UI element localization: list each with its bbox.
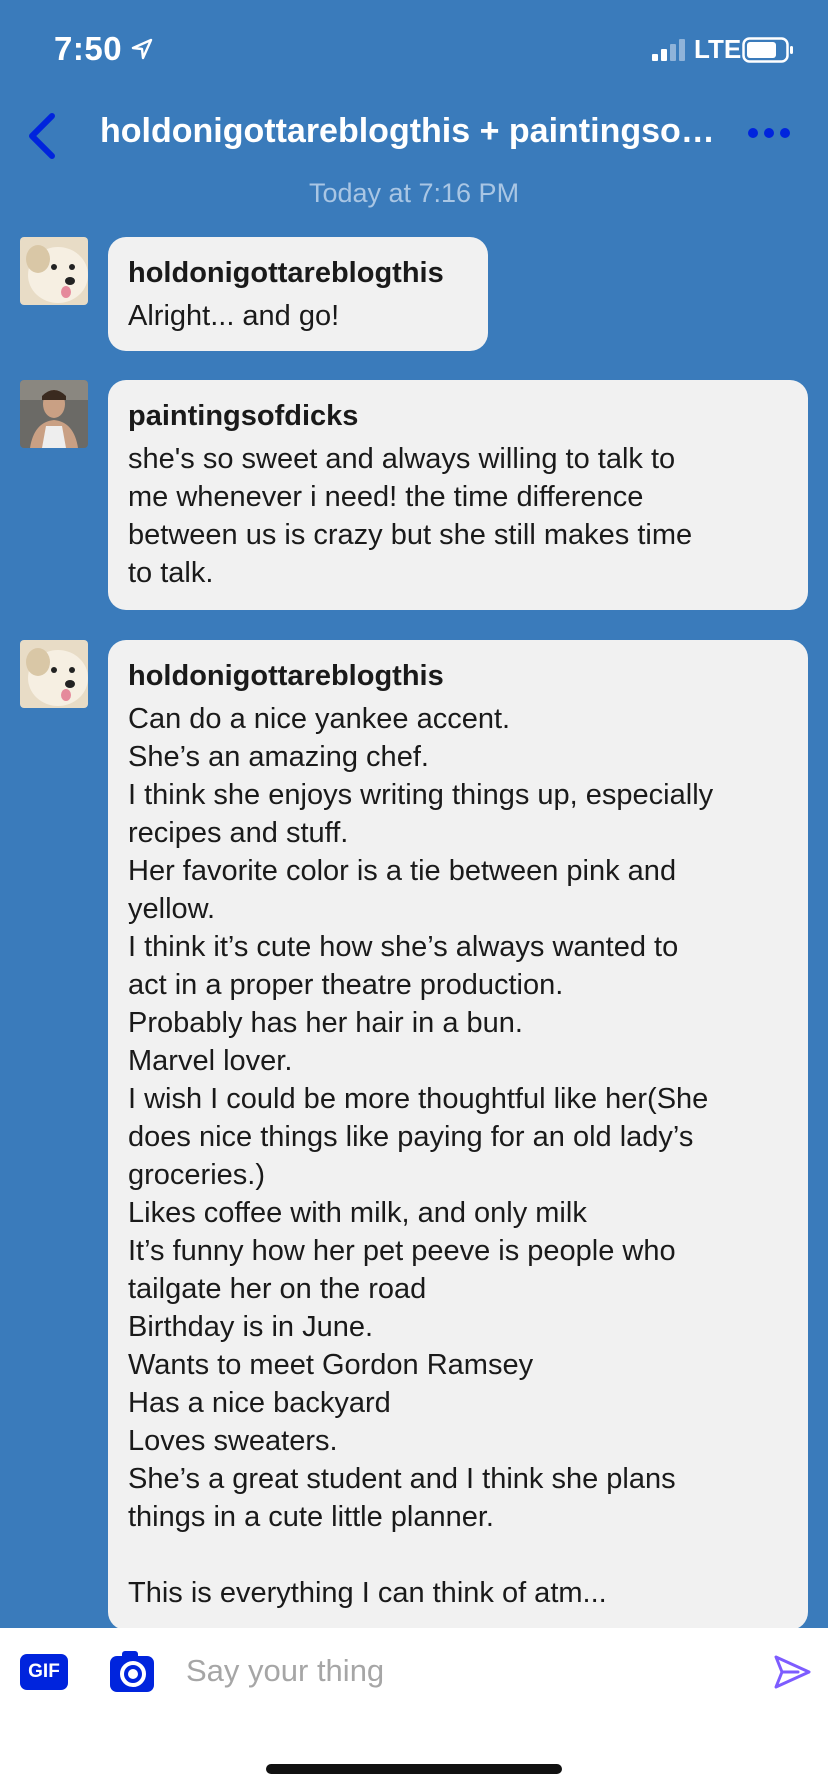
message-bubble: holdonigottareblogthis Alright... and go… bbox=[108, 237, 488, 351]
signal-strength-icon bbox=[652, 39, 685, 61]
message-input[interactable] bbox=[186, 1646, 746, 1696]
message-composer: GIF bbox=[0, 1628, 828, 1792]
network-type: LTE bbox=[694, 34, 742, 64]
man-avatar[interactable] bbox=[20, 380, 88, 448]
send-icon[interactable] bbox=[772, 1652, 812, 1692]
back-chevron-icon[interactable] bbox=[18, 106, 66, 166]
gif-button[interactable]: GIF bbox=[20, 1654, 68, 1690]
message-sender[interactable]: holdonigottareblogthis bbox=[128, 658, 788, 694]
more-dots-icon[interactable] bbox=[746, 118, 792, 148]
location-arrow-icon bbox=[131, 38, 153, 60]
camera-icon[interactable] bbox=[110, 1650, 154, 1692]
message-text: Can do a nice yankee accent. She’s an am… bbox=[128, 703, 714, 1609]
conversation-title[interactable]: holdonigottareblogthis + paintingsof... bbox=[100, 112, 720, 151]
message-text: she's so sweet and always willing to tal… bbox=[128, 443, 693, 589]
status-bar: 7:50 LTE bbox=[0, 0, 828, 100]
message-bubble: paintingsofdicks she's so sweet and alwa… bbox=[108, 380, 808, 610]
message-text: Alright... and go! bbox=[128, 300, 340, 332]
message-bubble: holdonigottareblogthis Can do a nice yan… bbox=[108, 640, 808, 1630]
message-sender[interactable]: holdonigottareblogthis bbox=[128, 255, 468, 291]
status-time: 7:50 bbox=[54, 30, 123, 67]
dog-avatar[interactable] bbox=[20, 237, 88, 305]
dog-avatar[interactable] bbox=[20, 640, 88, 708]
home-indicator bbox=[266, 1764, 562, 1774]
conversation-header: holdonigottareblogthis + paintingsof... bbox=[0, 100, 828, 190]
message-sender[interactable]: paintingsofdicks bbox=[128, 398, 788, 434]
conversation-timestamp: Today at 7:16 PM bbox=[308, 178, 520, 208]
battery-icon bbox=[742, 37, 793, 63]
